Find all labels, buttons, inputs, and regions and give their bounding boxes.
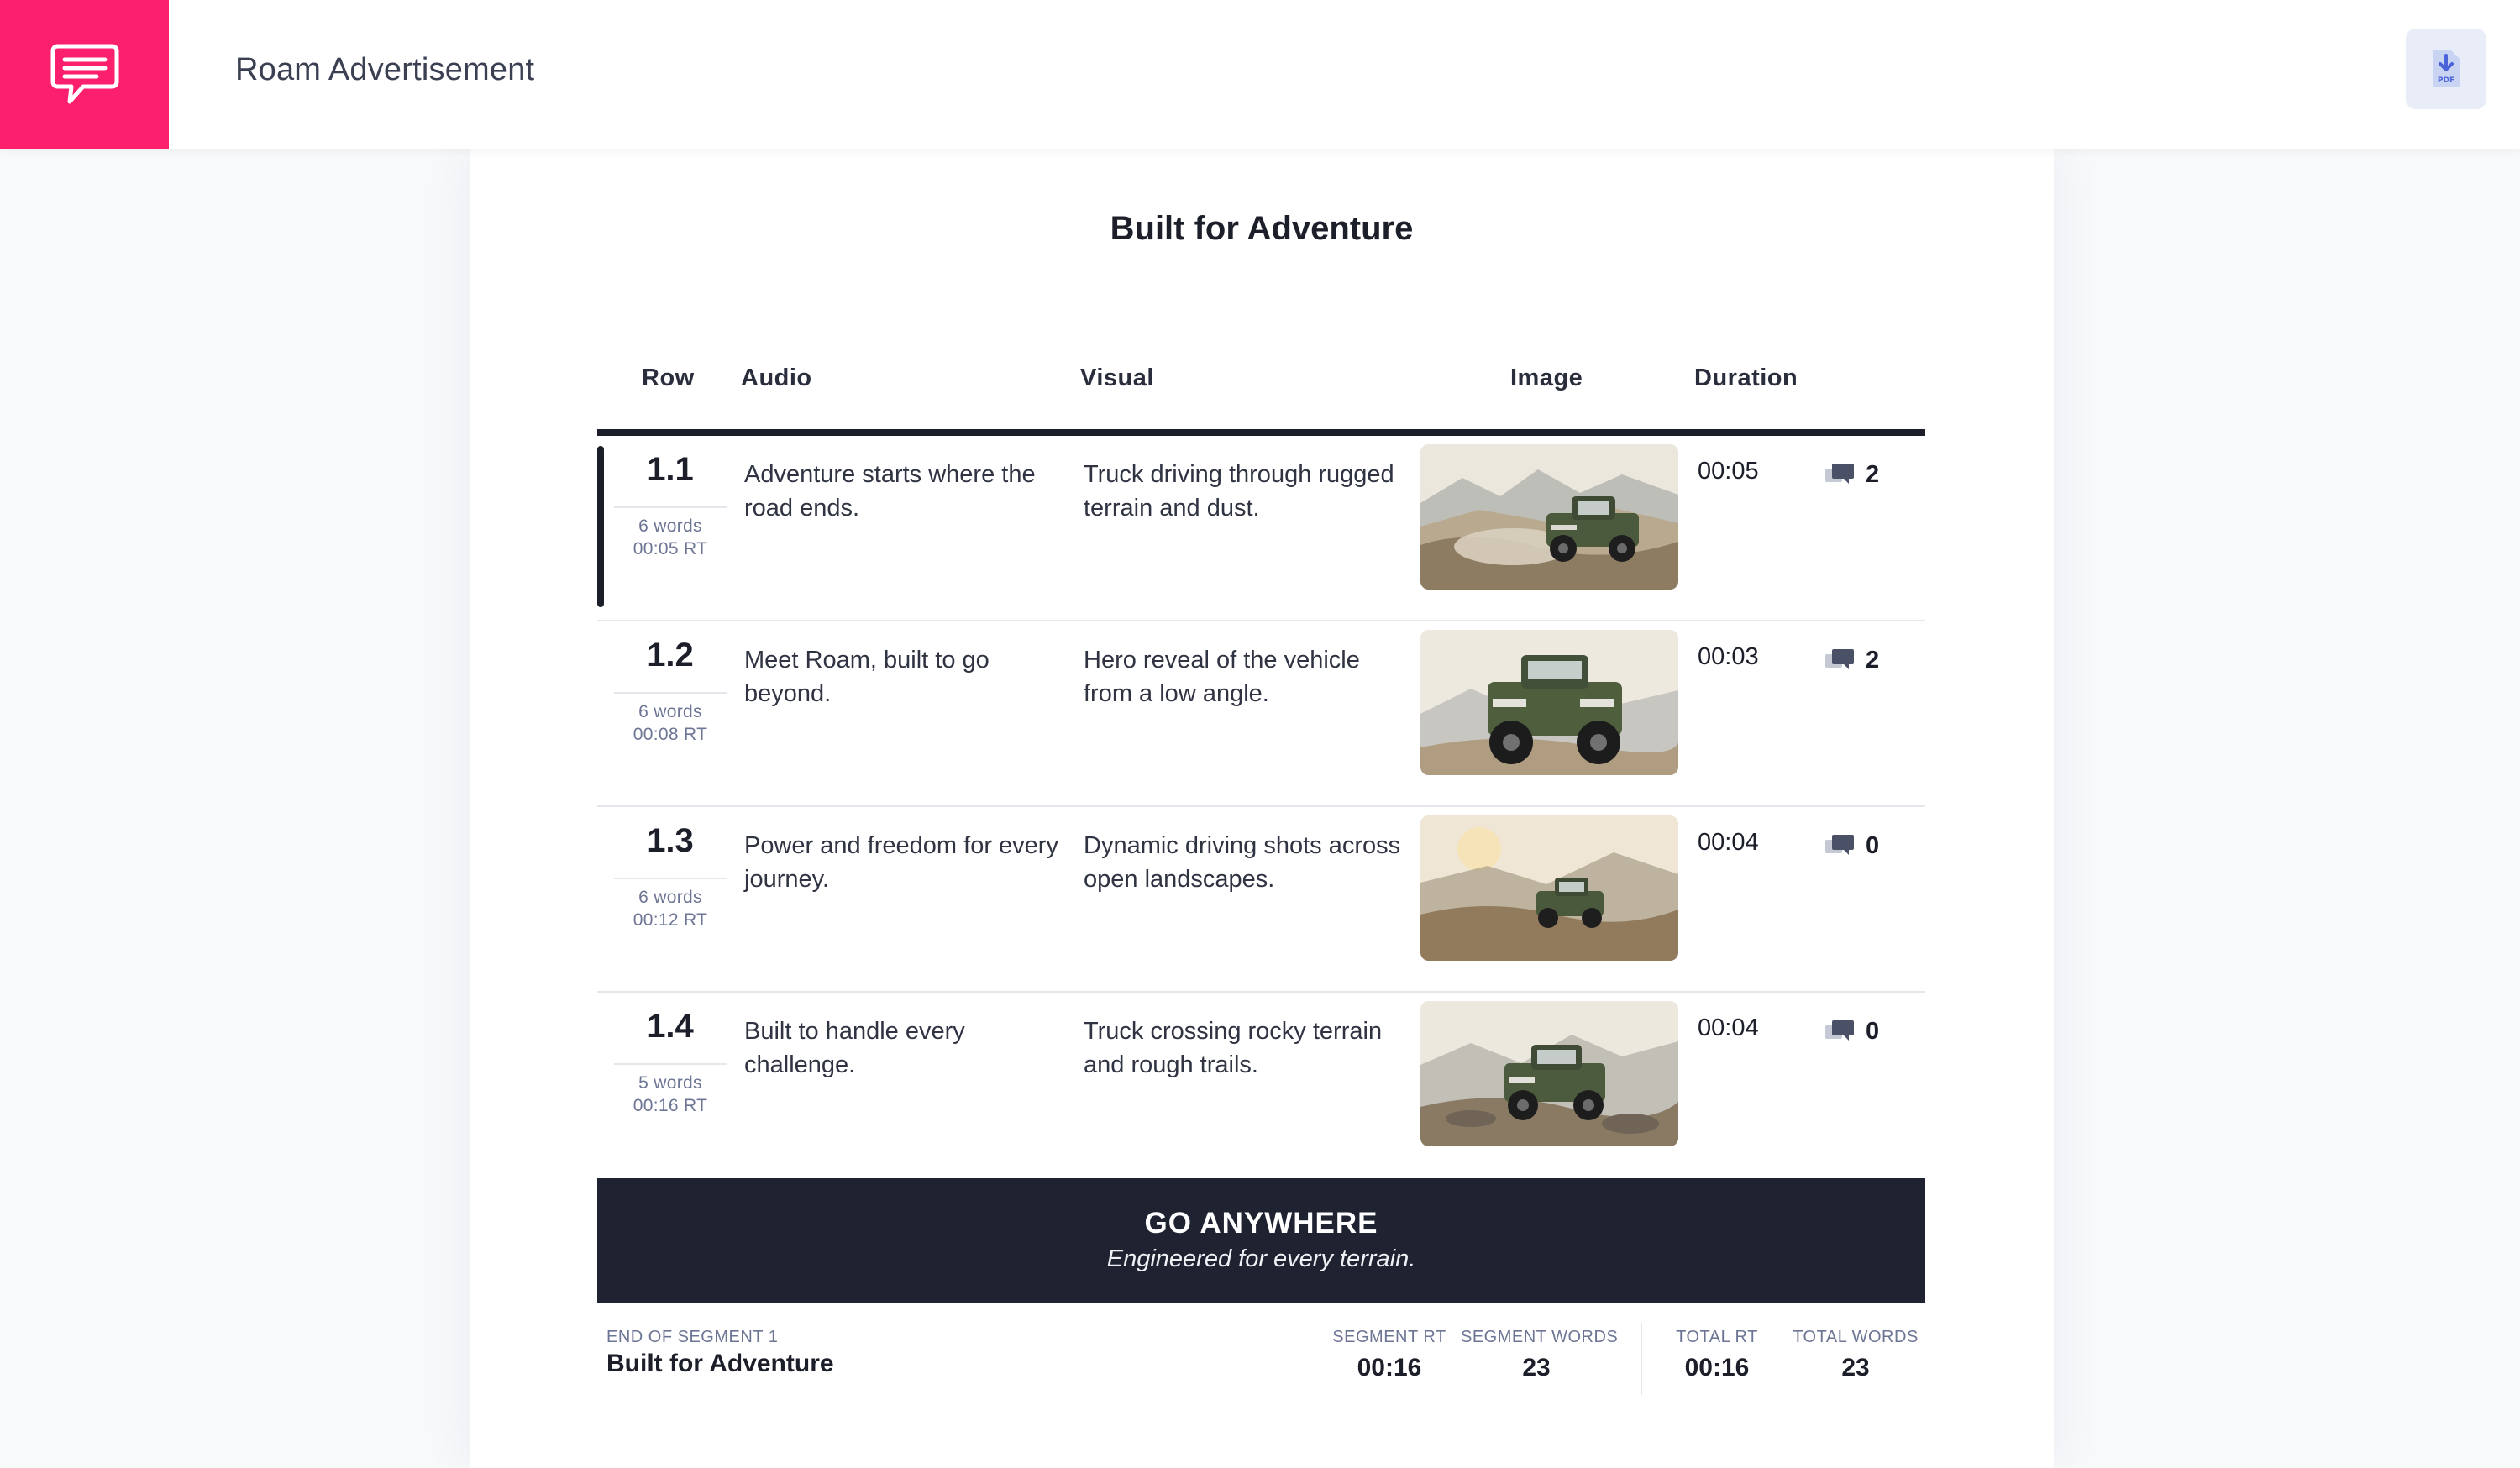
row-image[interactable]	[1420, 1001, 1678, 1146]
row-running-time: 00:08 RT	[633, 725, 708, 744]
segment-end-label: END OF SEGMENT 1	[606, 1328, 779, 1346]
comment-count: 2	[1866, 646, 1880, 674]
row-word-count: 6 words	[638, 702, 702, 721]
script-document: Built for Adventure Row Audio Visual Ima…	[470, 149, 2054, 1468]
truck-landscape-image	[1420, 815, 1678, 961]
column-header-row: Row	[642, 364, 695, 391]
row-duration[interactable]: 00:04	[1698, 829, 1798, 857]
row-comments-button[interactable]: 0	[1824, 831, 1879, 861]
row-duration[interactable]: 00:04	[1698, 1014, 1798, 1042]
row-meta-divider	[614, 692, 727, 694]
svg-text:PDF: PDF	[2438, 76, 2454, 85]
app-title: Roam Advertisement	[235, 52, 535, 87]
row-meta-divider	[614, 1063, 727, 1065]
row-number: 1.1	[647, 451, 694, 488]
comment-count: 0	[1866, 1017, 1880, 1045]
app-logo[interactable]	[0, 0, 169, 149]
comment-icon	[1825, 464, 1854, 484]
comment-icon	[1825, 1020, 1854, 1041]
row-image[interactable]	[1420, 444, 1678, 590]
comment-icon	[1825, 649, 1854, 669]
segment-banner: GO ANYWHERE Engineered for every terrain…	[597, 1178, 1925, 1303]
table-row[interactable]: 1.2 6 words 00:08 RT Meet Roam, built to…	[597, 621, 1925, 807]
row-audio-text[interactable]: Power and freedom for every journey.	[744, 829, 1063, 896]
row-comments-button[interactable]: 2	[1824, 645, 1879, 675]
row-running-time: 00:05 RT	[633, 539, 708, 558]
banner-title: GO ANYWHERE	[1144, 1207, 1378, 1240]
pdf-download-icon: PDF	[2433, 50, 2460, 87]
truck-rocks-image	[1420, 1001, 1678, 1146]
column-header-audio: Audio	[741, 364, 812, 391]
segment-words-stat: SEGMENT WORDS 23	[1461, 1328, 1619, 1381]
header-divider	[597, 429, 1925, 436]
row-visual-text[interactable]: Truck driving through rugged terrain and…	[1084, 458, 1403, 525]
row-audio-text[interactable]: Adventure starts where the road ends.	[744, 458, 1063, 525]
row-duration[interactable]: 00:03	[1698, 643, 1798, 671]
table-row[interactable]: 1.3 6 words 00:12 RT Power and freedom f…	[597, 807, 1925, 993]
row-audio-text[interactable]: Built to handle every challenge.	[744, 1014, 1063, 1082]
row-comments-button[interactable]: 0	[1824, 1016, 1879, 1046]
active-row-indicator	[597, 446, 604, 607]
row-number: 1.2	[647, 637, 694, 674]
row-audio-text[interactable]: Meet Roam, built to go beyond.	[744, 643, 1063, 710]
table-row[interactable]: 1.1 6 words 00:05 RT Adventure starts wh…	[597, 436, 1925, 621]
segment-rt-stat: SEGMENT RT 00:16	[1332, 1328, 1446, 1381]
column-header-visual: Visual	[1080, 364, 1154, 391]
row-duration[interactable]: 00:05	[1698, 458, 1798, 485]
total-words-stat: TOTAL WORDS 23	[1793, 1328, 1919, 1381]
document-title: Built for Adventure	[1110, 210, 1414, 247]
row-running-time: 00:16 RT	[633, 1096, 708, 1115]
comment-count: 0	[1866, 831, 1880, 859]
row-running-time: 00:12 RT	[633, 910, 708, 930]
row-visual-text[interactable]: Hero reveal of the vehicle from a low an…	[1084, 643, 1403, 710]
row-word-count: 6 words	[638, 888, 702, 907]
stats-divider	[1641, 1323, 1642, 1395]
download-pdf-button[interactable]: PDF	[2406, 29, 2486, 109]
chat-bubble-icon	[50, 44, 118, 103]
row-visual-text[interactable]: Dynamic driving shots across open landsc…	[1084, 829, 1403, 896]
row-comments-button[interactable]: 2	[1824, 459, 1879, 490]
row-meta-divider	[614, 878, 727, 879]
row-number: 1.3	[647, 822, 694, 859]
table-row[interactable]: 1.4 5 words 00:16 RT Built to handle eve…	[597, 993, 1925, 1178]
banner-subtitle: Engineered for every terrain.	[1106, 1245, 1416, 1272]
top-bar: Roam Advertisement PDF	[0, 0, 2520, 149]
row-number: 1.4	[647, 1008, 694, 1045]
comment-icon	[1825, 835, 1854, 855]
total-rt-stat: TOTAL RT 00:16	[1676, 1328, 1758, 1381]
column-header-image: Image	[1510, 364, 1583, 391]
comment-count: 2	[1866, 460, 1880, 488]
row-meta-divider	[614, 506, 727, 508]
truck-dust-image	[1420, 444, 1678, 590]
segment-name: Built for Adventure	[606, 1350, 834, 1377]
row-image[interactable]	[1420, 630, 1678, 775]
row-image[interactable]	[1420, 815, 1678, 961]
column-header-duration: Duration	[1694, 364, 1798, 391]
row-word-count: 5 words	[638, 1073, 702, 1093]
row-word-count: 6 words	[638, 516, 702, 536]
truck-hero-image	[1420, 630, 1678, 775]
row-visual-text[interactable]: Truck crossing rocky terrain and rough t…	[1084, 1014, 1403, 1082]
